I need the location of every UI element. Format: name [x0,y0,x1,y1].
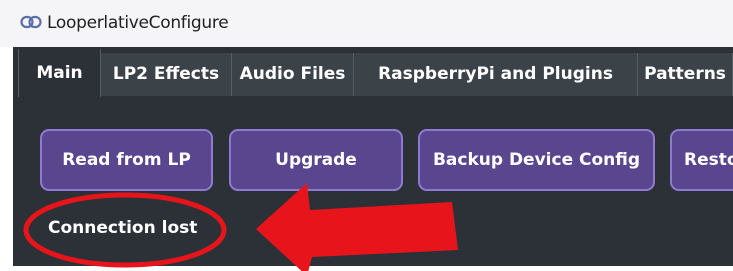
upgrade-button[interactable]: Upgrade [229,129,403,191]
tab-raspberrypi-and-plugins[interactable]: RaspberryPi and Plugins [354,53,638,96]
tab-main[interactable]: Main [18,49,101,97]
app-window: LooperlativeConfigure Main LP2 Effects A… [0,0,733,271]
title-bar: LooperlativeConfigure [0,0,733,47]
main-panel: Main LP2 Effects Audio Files RaspberryPi… [13,47,733,266]
link-icon [20,15,42,29]
tab-bar: Main LP2 Effects Audio Files RaspberryPi… [13,47,733,97]
backup-device-config-button[interactable]: Backup Device Config [418,129,655,191]
connection-status-label: Connection lost [48,218,198,238]
tab-lp2-effects[interactable]: LP2 Effects [101,53,232,96]
restore-button[interactable]: Resto [670,129,733,191]
tab-audio-files[interactable]: Audio Files [232,53,354,96]
window-title: LooperlativeConfigure [47,13,229,33]
read-from-lp-button[interactable]: Read from LP [40,129,213,191]
tab-patterns[interactable]: Patterns [638,53,733,96]
